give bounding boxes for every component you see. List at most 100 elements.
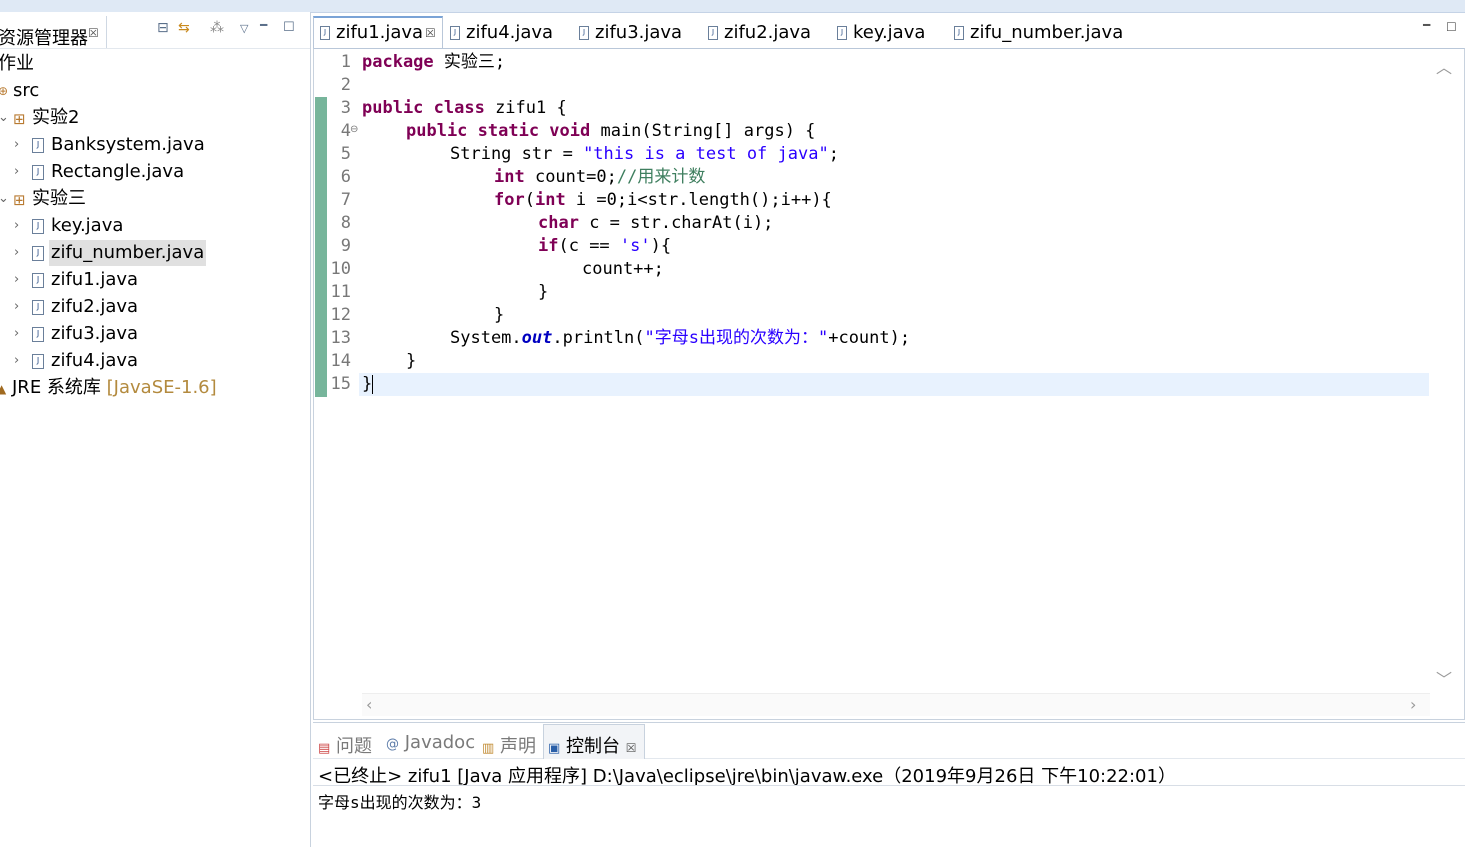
java-file-icon: J [32,300,44,315]
scroll-left-icon[interactable]: ‹ [366,695,372,714]
code-text: System. [450,328,522,348]
line-number: 6 [340,167,351,187]
code-line-current[interactable]: } [362,373,374,396]
chevron-right-icon[interactable]: › [14,294,19,320]
console-divider [313,785,1465,786]
java-file-icon: J [708,26,718,40]
code-text: zifu1 { [484,98,567,118]
code-line: } [538,282,549,302]
file-label: zifu1.java [51,269,139,290]
tab-javadoc[interactable]: @ Javadoc [386,732,475,753]
keyword: public static void [406,121,591,141]
java-file-icon: J [32,165,44,180]
chevron-right-icon[interactable]: › [14,240,19,266]
tab-problems[interactable]: ▤ 问题 [318,732,372,758]
jre-label: JRE 系统库 [JavaSE-1.6] [12,375,217,401]
line-number: 15 [330,374,351,394]
tab-console[interactable]: ▣ 控制台 ☒ [548,732,637,758]
chevron-right-icon[interactable]: › [14,159,19,185]
code-line: for(int i =0;i<str.length();i++){ [494,189,832,212]
string-literal: 's' [619,236,651,256]
line-number: 5 [340,144,351,164]
file-label: zifu_number.java [49,240,207,266]
fold-collapse-icon[interactable]: ⊖ [350,124,358,135]
code-text: i =0;i<str.length();i++){ [565,190,832,210]
keyword: char [538,213,579,233]
change-ruler [315,97,327,397]
scroll-up-icon[interactable]: ︿ [1436,54,1452,78]
file-label: key.java [51,215,124,236]
minimize-icon[interactable]: ━ [1423,18,1430,32]
code-line: public class zifu1 { [362,97,567,120]
keyword: int [494,167,525,187]
close-icon[interactable]: ☒ [626,741,637,755]
project-label: 作业 [0,53,34,74]
tab-label: 问题 [336,736,373,757]
jre-name: JRE 系统库 [12,377,101,398]
code-line: char c = str.charAt(i); [538,212,773,235]
view-menu-icon[interactable]: ▽ [240,22,248,35]
tab-declaration[interactable]: ▥ 声明 [482,732,536,758]
keyword: public class [362,98,485,118]
scroll-right-icon[interactable]: › [1410,695,1416,714]
filter-icon[interactable]: ⁂ [210,20,224,36]
close-icon[interactable]: ☒ [88,26,99,40]
line-number: 10 [330,259,351,279]
line-number: 4 [340,121,351,141]
explorer-tabbar: 资源管理器 ☒ ⊟ ⇆ ⁂ ▽ ━ ☐ [0,12,310,49]
code-text: } [362,374,373,394]
java-file-icon: J [32,138,44,153]
link-with-editor-icon[interactable]: ⇆ [178,20,190,36]
scroll-down-icon[interactable]: ﹀ [1436,666,1452,690]
horizontal-scrollbar[interactable]: ‹ › [362,693,1430,716]
tab-label: key.java [853,22,926,43]
explorer-title: 资源管理器 [0,28,88,49]
line-number: 3 [340,98,351,118]
tab-label: zifu_number.java [970,22,1124,43]
jre-version: [JavaSE-1.6] [106,377,217,398]
chevron-down-icon[interactable]: ⌄ [0,186,9,212]
comment: //用来计数 [616,167,706,187]
code-line: String str = "this is a test of java"; [450,143,839,166]
code-text: ; [828,144,839,164]
chevron-right-icon[interactable]: › [14,132,19,158]
chevron-down-icon[interactable]: ⌄ [0,105,9,131]
package-icon: ⊞ [13,110,26,128]
code-text: c = str.charAt(i); [578,213,774,233]
code-line: package 实验三; [362,51,505,74]
chevron-right-icon[interactable]: › [14,267,19,293]
file-label: zifu3.java [51,323,139,344]
file-label: Rectangle.java [51,161,185,182]
maximize-icon[interactable]: ☐ [1446,20,1457,34]
package-explorer: 资源管理器 ☒ ⊟ ⇆ ⁂ ▽ ━ ☐ 作业 ⊕ src ⌄ ⊞ 实验2 › J… [0,12,311,847]
package-label: 实验三 [32,188,86,209]
code-line: } [406,351,417,371]
chevron-right-icon[interactable]: › [14,321,19,347]
java-file-icon: J [450,26,460,40]
string-literal: "this is a test of java" [583,144,829,164]
close-icon[interactable]: ☒ [425,26,436,40]
source-folder-icon: ⊕ [0,78,8,104]
line-number: 2 [340,75,351,95]
explorer-tab[interactable]: 资源管理器 ☒ [0,16,107,49]
file-label: Banksystem.java [51,134,205,155]
collapse-all-icon[interactable]: ⊟ [157,20,169,36]
maximize-icon[interactable]: ☐ [283,20,295,35]
package-label: 实验2 [32,107,80,128]
code-text: ){ [650,236,672,256]
java-file-icon: J [32,273,44,288]
chevron-right-icon[interactable]: › [14,348,19,374]
code-line: count++; [582,259,664,279]
minimize-icon[interactable]: ━ [260,18,267,32]
console-output: 字母s出现的次数为：3 [318,793,482,812]
chevron-right-icon[interactable]: › [14,213,19,239]
static-field: out [521,328,553,348]
keyword: if [538,236,559,256]
vertical-scrollbar[interactable]: ︿ ﹀ [1432,52,1454,690]
java-file-icon: J [954,26,964,40]
package-icon: ⊞ [13,191,26,209]
java-file-icon: J [837,26,847,40]
line-number: 12 [330,305,351,325]
java-file-icon: J [32,354,44,369]
code-text: +count); [828,328,911,348]
